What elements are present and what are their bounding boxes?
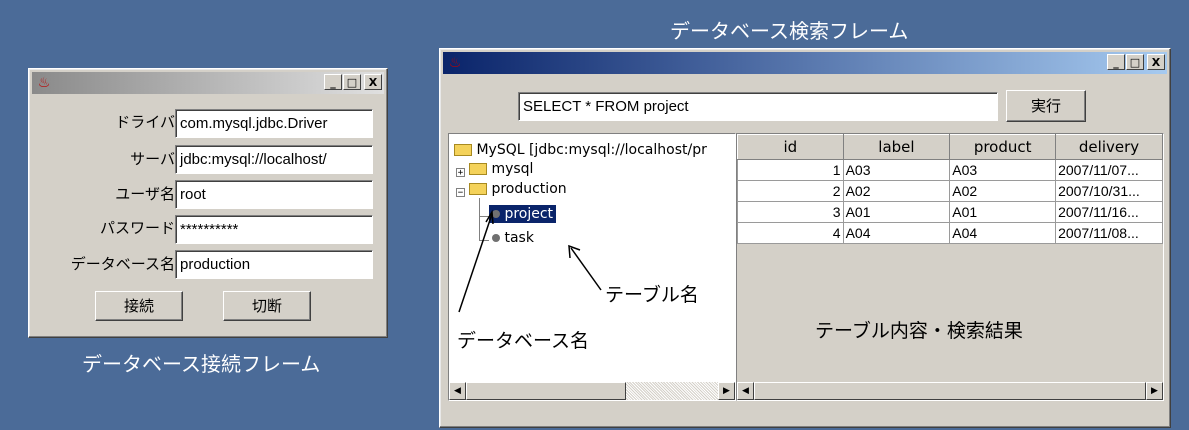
table-scrollbar[interactable]: ◀ ▶ (737, 382, 1163, 400)
table-row[interactable]: 1 A03 A03 2007/11/07... (737, 159, 1163, 181)
annotation-arrows (458, 209, 602, 313)
server-field[interactable]: jdbc:mysql://localhost/ (175, 145, 373, 174)
table-name-annotation: テーブル名 (605, 284, 699, 306)
table-content-annotation: テーブル内容・検索結果 (815, 320, 1023, 342)
scroll-right-icon[interactable]: ▶ (1146, 382, 1163, 400)
scroll-right-icon[interactable]: ▶ (718, 382, 735, 400)
user-field[interactable]: root (175, 180, 373, 209)
close-button[interactable]: X (1147, 54, 1165, 70)
close-button[interactable]: X (364, 74, 382, 90)
column-header-label[interactable]: label (842, 134, 951, 160)
table-cell[interactable]: 2007/10/31... (1055, 180, 1163, 202)
connect-frame-caption: データベース接続フレーム (82, 352, 321, 376)
maximize-button[interactable]: □ (1126, 54, 1144, 70)
table-cell[interactable]: A03 (842, 159, 951, 181)
tree-scroll-thumb[interactable] (466, 382, 626, 400)
database-label: データベース名 (70, 255, 175, 273)
column-header-product[interactable]: product (949, 134, 1057, 160)
maximize-button[interactable]: □ (343, 74, 361, 90)
java-cup-icon: ♨ (37, 75, 51, 91)
table-cell[interactable]: 2 (737, 180, 844, 202)
scroll-left-icon[interactable]: ◀ (449, 382, 466, 400)
table-cell[interactable]: A04 (842, 222, 951, 244)
table-cell[interactable]: 4 (737, 222, 844, 244)
table-cell[interactable]: A02 (842, 180, 951, 202)
table-cell[interactable]: 2007/11/07... (1055, 159, 1163, 181)
table-cell[interactable]: A02 (949, 180, 1057, 202)
table-scroll-thumb[interactable] (754, 382, 1146, 400)
table-row[interactable]: 4 A04 A04 2007/11/08... (737, 222, 1163, 244)
execute-button[interactable]: 実行 (1006, 90, 1086, 122)
disconnect-button[interactable]: 切断 (223, 291, 311, 321)
database-name-annotation: データベース名 (457, 330, 590, 352)
tree-scrollbar[interactable]: ◀ ▶ (449, 382, 735, 400)
table-row[interactable]: 3 A01 A01 2007/11/16... (737, 201, 1163, 223)
search-frame-caption: データベース検索フレーム (670, 19, 909, 43)
search-window-titlebar[interactable]: ♨ _ □ X (443, 52, 1167, 74)
table-name-arrow (570, 247, 602, 291)
database-field[interactable]: production (175, 250, 373, 279)
password-field[interactable]: ********** (175, 215, 373, 244)
table-cell[interactable]: 2007/11/16... (1055, 201, 1163, 223)
table-cell[interactable]: A04 (949, 222, 1057, 244)
server-label: サーバ (130, 150, 175, 168)
table-cell[interactable]: A01 (842, 201, 951, 223)
scroll-left-icon[interactable]: ◀ (737, 382, 754, 400)
connect-window-titlebar[interactable]: ♨ _ □ X (32, 72, 384, 94)
result-table[interactable]: id label product delivery 1 A03 A03 2007… (737, 134, 1163, 244)
column-header-delivery[interactable]: delivery (1055, 134, 1163, 160)
table-cell[interactable]: 1 (737, 159, 844, 181)
column-header-id[interactable]: id (737, 134, 844, 160)
minimize-button[interactable]: _ (1107, 54, 1125, 70)
connect-window: ♨ _ □ X ドライバ com.mysql.jdbc.Driver サーバ j… (28, 68, 388, 338)
query-input[interactable]: SELECT * FROM project (518, 92, 998, 121)
result-panel: id label product delivery 1 A03 A03 2007… (736, 133, 1164, 401)
user-label: ユーザ名 (115, 185, 175, 203)
java-cup-icon: ♨ (448, 55, 462, 71)
table-cell[interactable]: A03 (949, 159, 1057, 181)
driver-field[interactable]: com.mysql.jdbc.Driver (175, 109, 373, 138)
table-row[interactable]: 2 A02 A02 2007/10/31... (737, 180, 1163, 202)
driver-label: ドライバ (115, 113, 175, 131)
minimize-button[interactable]: _ (324, 74, 342, 90)
table-cell[interactable]: 2007/11/08... (1055, 222, 1163, 244)
table-cell[interactable]: A01 (949, 201, 1057, 223)
connect-button[interactable]: 接続 (95, 291, 183, 321)
database-tree[interactable]: MySQL [jdbc:mysql://localhost/pr + mysql… (448, 133, 736, 401)
password-label: パスワード (99, 219, 175, 237)
table-cell[interactable]: 3 (737, 201, 844, 223)
database-name-arrow (458, 213, 493, 313)
search-window: ♨ _ □ X SELECT * FROM project 実行 MySQL [… (439, 48, 1171, 428)
